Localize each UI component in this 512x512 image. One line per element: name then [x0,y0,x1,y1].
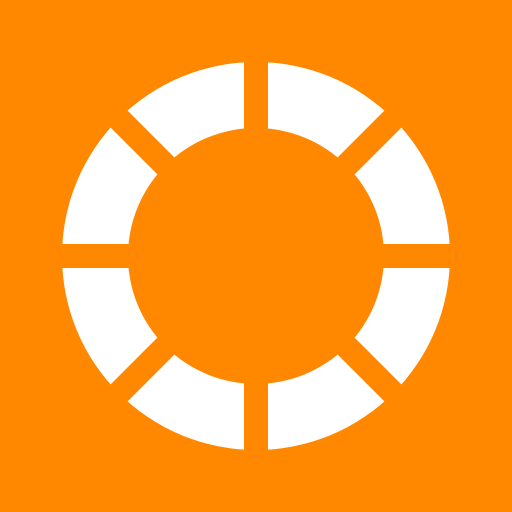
segmented-ring-icon [0,0,512,512]
ring-inner-hole [128,128,384,384]
app-icon-canvas [0,0,512,512]
ring-segments [58,58,454,454]
